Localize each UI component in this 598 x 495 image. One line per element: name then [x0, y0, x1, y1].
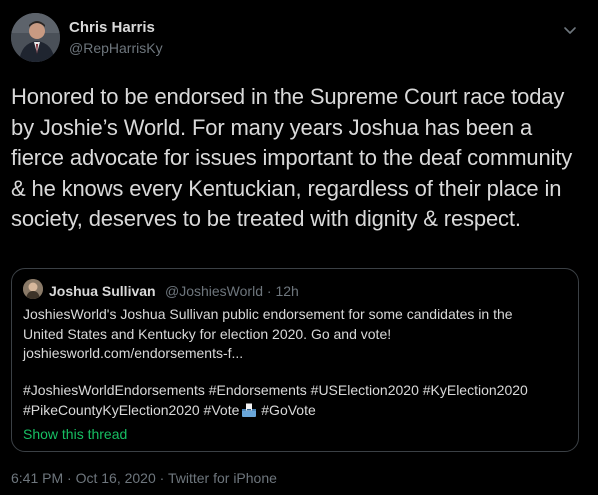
tweet-footer: 6:41 PM · Oct 16, 2020 · Twitter for iPh…	[11, 470, 277, 486]
hashtags-text: #GoVote	[261, 402, 316, 418]
show-thread-link[interactable]: Show this thread	[23, 426, 127, 442]
tweet-source[interactable]: Twitter for iPhone	[168, 470, 277, 486]
quote-avatar-image	[23, 279, 43, 299]
avatar-image	[11, 13, 60, 62]
quote-body-line: JoshiesWorld's Joshua Sullivan public en…	[23, 306, 513, 322]
tweet-date[interactable]: Oct 16, 2020	[76, 470, 156, 486]
quote-body: JoshiesWorld's Joshua Sullivan public en…	[23, 305, 571, 364]
footer-separator: ·	[159, 470, 165, 486]
quoted-tweet[interactable]: Joshua Sullivan @JoshiesWorld · 12h Josh…	[11, 268, 579, 452]
footer-separator: ·	[67, 470, 72, 486]
quote-hashtags: #JoshiesWorldEndorsements #Endorsements …	[23, 380, 571, 420]
avatar[interactable]	[11, 13, 60, 62]
quote-meta: @JoshiesWorld · 12h	[165, 283, 299, 299]
hashtags-text: #PikeCountyKyElection2020 #Vote	[23, 402, 240, 418]
quote-author-name[interactable]: Joshua Sullivan	[49, 283, 156, 299]
tweet-time[interactable]: 6:41 PM	[11, 470, 63, 486]
hashtags-line: #JoshiesWorldEndorsements #Endorsements …	[23, 382, 528, 398]
author-name[interactable]: Chris Harris	[69, 19, 155, 36]
quote-avatar[interactable]	[23, 279, 43, 299]
tweet-text: Honored to be endorsed in the Supreme Co…	[11, 84, 573, 231]
author-handle[interactable]: @RepHarrisKy	[69, 40, 163, 56]
quote-separator: ·	[266, 283, 272, 299]
tweet: Chris Harris @RepHarrisKy Honored to be …	[0, 0, 598, 495]
chevron-down-icon[interactable]	[561, 21, 579, 39]
ballot-box-icon	[241, 402, 257, 417]
quote-time: 12h	[275, 283, 299, 299]
quote-body-line: United States and Kentucky for election …	[23, 325, 392, 342]
hashtags-line: #PikeCountyKyElection2020 #Vote #GoVote	[23, 400, 571, 420]
quote-link: joshiesworld.com/endorsements-f...	[23, 345, 244, 361]
tweet-header: Chris Harris @RepHarrisKy	[11, 13, 587, 63]
quote-author-handle: @JoshiesWorld	[165, 283, 263, 299]
